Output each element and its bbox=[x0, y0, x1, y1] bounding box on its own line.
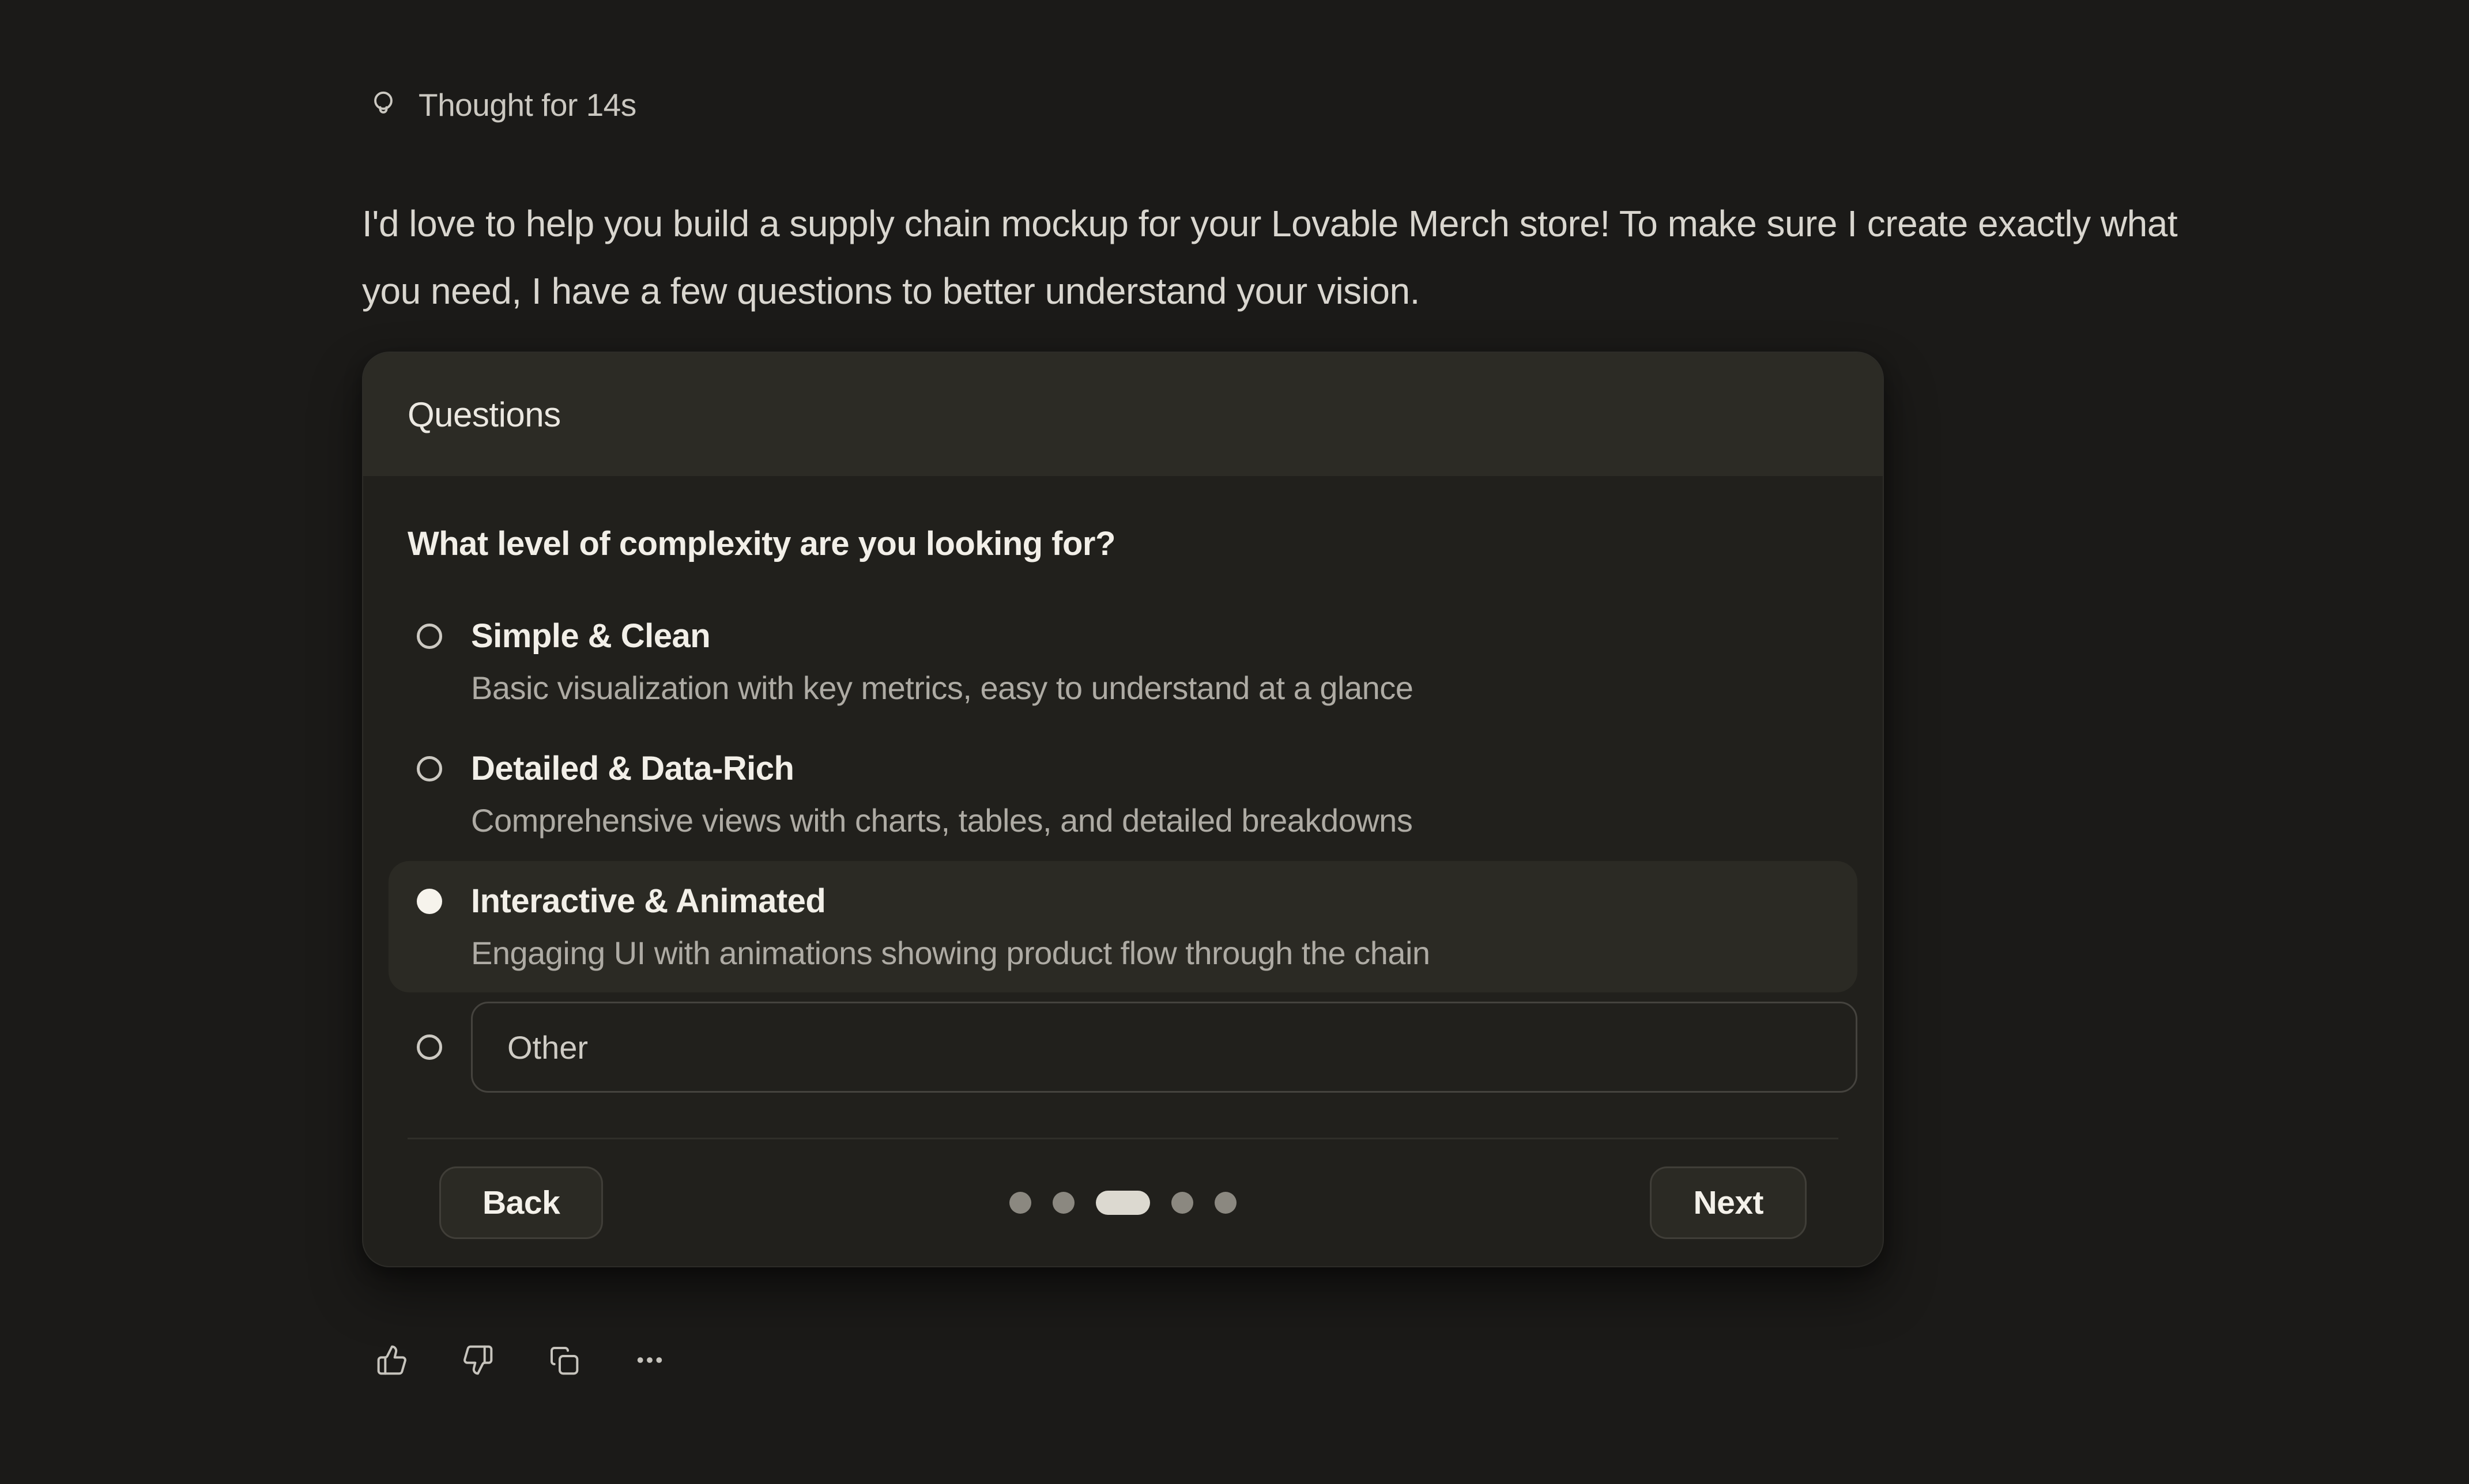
option-detailed-data-rich[interactable]: Detailed & Data-Rich Comprehensive views… bbox=[389, 728, 1857, 860]
option-title: Simple & Clean bbox=[471, 615, 1413, 656]
assistant-message-block: Thought for 14s I'd love to help you bui… bbox=[362, 86, 2198, 1376]
questions-card-header: Questions bbox=[363, 353, 1883, 476]
option-title: Detailed & Data-Rich bbox=[471, 748, 1412, 789]
progress-dot-5 bbox=[1215, 1192, 1237, 1214]
option-simple-clean[interactable]: Simple & Clean Basic visualization with … bbox=[389, 596, 1857, 727]
option-other[interactable] bbox=[389, 1002, 1857, 1093]
question-text: What level of complexity are you looking… bbox=[408, 523, 1838, 565]
progress-dot-1 bbox=[1009, 1192, 1031, 1214]
other-option-input[interactable] bbox=[471, 1002, 1857, 1093]
copy-icon[interactable] bbox=[548, 1344, 580, 1376]
thought-label: Thought for 14s bbox=[419, 86, 636, 123]
progress-dot-2 bbox=[1053, 1192, 1075, 1214]
next-button[interactable]: Next bbox=[1650, 1166, 1807, 1239]
progress-dot-4 bbox=[1171, 1192, 1193, 1214]
option-description: Basic visualization with key metrics, ea… bbox=[471, 668, 1413, 708]
chat-screen: Thought for 14s I'd love to help you bui… bbox=[0, 0, 2469, 1484]
step-progress-indicator bbox=[1009, 1191, 1237, 1215]
radio-selected-icon[interactable] bbox=[417, 889, 442, 914]
radio-unselected-icon[interactable] bbox=[417, 624, 442, 649]
radio-unselected-icon[interactable] bbox=[417, 756, 442, 781]
more-options-icon[interactable] bbox=[634, 1344, 666, 1376]
option-description: Comprehensive views with charts, tables,… bbox=[471, 800, 1412, 840]
back-button[interactable]: Back bbox=[439, 1166, 603, 1239]
lightbulb-icon bbox=[365, 87, 401, 123]
progress-dot-3-active bbox=[1096, 1191, 1150, 1215]
message-actions bbox=[376, 1344, 2198, 1376]
questions-card-title: Questions bbox=[408, 395, 561, 435]
questions-card-footer: Back Next bbox=[408, 1138, 1838, 1266]
radio-unselected-icon[interactable] bbox=[417, 1034, 442, 1060]
thought-toggle[interactable]: Thought for 14s bbox=[365, 86, 2198, 123]
questions-card: Questions What level of complexity are y… bbox=[362, 352, 1884, 1267]
option-description: Engaging UI with animations showing prod… bbox=[471, 933, 1430, 973]
option-title: Interactive & Animated bbox=[471, 881, 1430, 922]
thumbs-up-icon[interactable] bbox=[376, 1344, 408, 1376]
questions-card-body: What level of complexity are you looking… bbox=[363, 476, 1883, 1266]
option-interactive-animated[interactable]: Interactive & Animated Engaging UI with … bbox=[389, 861, 1857, 992]
thumbs-down-icon[interactable] bbox=[462, 1344, 494, 1376]
assistant-message-text: I'd love to help you build a supply chai… bbox=[362, 190, 2198, 325]
